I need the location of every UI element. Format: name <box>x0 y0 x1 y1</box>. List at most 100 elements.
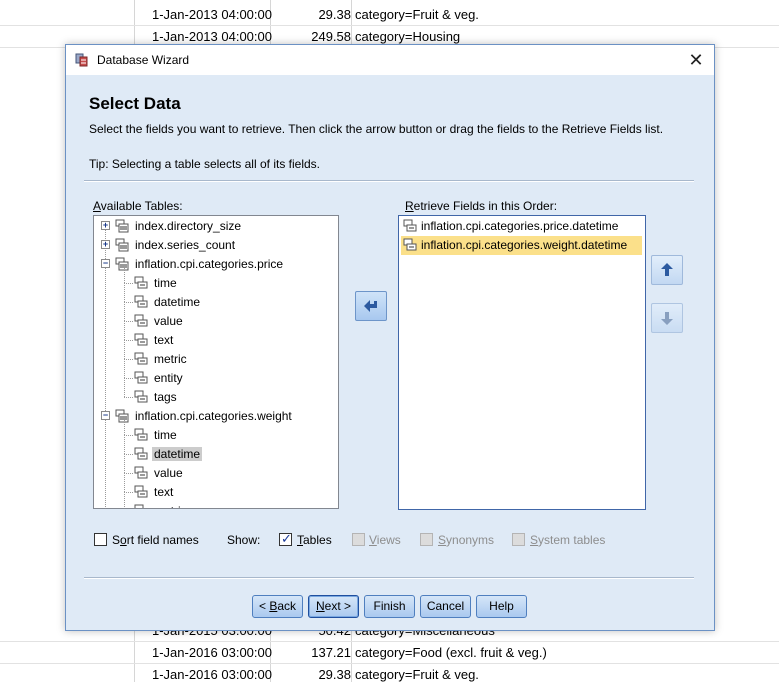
finish-button[interactable]: Finish <box>364 595 415 618</box>
sort-field-names-checkbox[interactable] <box>94 533 107 546</box>
tree-connector <box>124 473 125 492</box>
close-button[interactable]: ✕ <box>684 49 708 71</box>
tree-connector <box>124 435 125 454</box>
tree-field-label: metric <box>154 352 187 366</box>
move-to-retrieve-button[interactable] <box>355 291 387 321</box>
field-icon <box>134 295 148 308</box>
next-label-key: N <box>315 599 325 613</box>
available-tables-tree[interactable]: + index.directory_size + index.series_count… <box>93 215 339 509</box>
tree-table-item[interactable]: + index.directory_size <box>94 217 338 236</box>
retrieve-fields-label-key: R <box>405 199 414 213</box>
collapse-icon[interactable]: − <box>101 259 110 268</box>
retrieve-field-label: inflation.cpi.categories.weight.datetime <box>421 238 628 252</box>
tree-table-item[interactable]: − inflation.cpi.categories.weight <box>94 407 338 426</box>
table-icon <box>115 238 129 252</box>
field-icon <box>134 466 148 479</box>
cell-category: category=Fruit & veg. <box>355 667 479 682</box>
synonyms-checkbox[interactable] <box>420 533 433 546</box>
expand-icon[interactable]: + <box>101 240 110 249</box>
divider <box>84 180 694 182</box>
tree-field-item[interactable]: text <box>94 321 338 350</box>
database-wizard-icon <box>75 53 88 67</box>
tables-checkbox[interactable]: ✓ <box>279 531 292 546</box>
field-icon <box>134 314 148 327</box>
back-button[interactable]: < Back <box>252 595 303 618</box>
tree-connector <box>124 378 133 379</box>
views-label-key: V <box>369 533 377 547</box>
tree-field-label: time <box>154 276 177 290</box>
tree-table-item[interactable]: + index.series_count <box>94 236 338 255</box>
cell-category: category=Housing <box>355 29 461 44</box>
tree-field-item[interactable]: datetime <box>94 283 338 312</box>
next-label-rest: ext > <box>324 599 352 613</box>
field-icon <box>134 390 148 403</box>
spreadsheet-row[interactable]: 1-Jan-2013 04:00:00 29.38 category=Fruit… <box>0 4 779 26</box>
tree-connector <box>124 473 133 474</box>
sort-label-pre: S <box>112 533 121 547</box>
tree-connector <box>124 397 133 398</box>
retrieve-field-item[interactable]: inflation.cpi.categories.price.datetime <box>401 217 642 236</box>
retrieve-field-label: inflation.cpi.categories.price.datetime <box>421 219 619 233</box>
field-icon <box>134 428 148 441</box>
sort-label-rest: rt field names <box>126 533 199 547</box>
tree-connector <box>124 340 133 341</box>
tree-connector <box>124 492 133 493</box>
cell-category: category=Fruit & veg. <box>355 7 479 22</box>
field-icon <box>134 485 148 498</box>
system-tables-checkbox[interactable] <box>512 533 525 546</box>
cancel-button[interactable]: Cancel <box>420 595 471 618</box>
cell-value: 249.58 <box>311 29 351 44</box>
tree-connector <box>124 340 125 359</box>
tree-field-label: value <box>154 314 183 328</box>
tree-field-item[interactable]: text <box>94 473 338 502</box>
tree-field-item[interactable]: time <box>94 416 338 445</box>
tree-table-item[interactable]: − inflation.cpi.categories.price <box>94 255 338 274</box>
retrieve-fields-list[interactable]: inflation.cpi.categories.price.datetime … <box>398 215 646 510</box>
tree-field-item[interactable]: entity <box>94 359 338 388</box>
close-icon: ✕ <box>688 50 704 70</box>
tree-field-label: value <box>154 466 183 480</box>
tree-connector <box>124 492 125 508</box>
help-button[interactable]: Help <box>476 595 527 618</box>
spreadsheet-row[interactable]: 1-Jan-2016 03:00:00 29.38 category=Fruit… <box>0 664 779 686</box>
tree-table-label: inflation.cpi.categories.weight <box>135 409 292 423</box>
views-checkbox[interactable] <box>352 533 365 546</box>
retrieve-field-item-selected[interactable]: inflation.cpi.categories.weight.datetime <box>401 236 642 255</box>
spreadsheet-row[interactable]: 1-Jan-2016 03:00:00 137.21 category=Food… <box>0 642 779 664</box>
table-icon <box>115 257 129 271</box>
expand-icon[interactable]: + <box>101 221 110 230</box>
cell-value: 29.38 <box>318 667 351 682</box>
field-icon <box>134 352 148 365</box>
available-tables-label-key: A <box>93 199 101 213</box>
tree-field-item[interactable]: time <box>94 264 338 293</box>
tree-connector <box>124 321 133 322</box>
tree-table-label: index.series_count <box>135 238 236 252</box>
tree-field-item-selected[interactable]: datetime <box>94 435 338 464</box>
next-button[interactable]: Next > <box>308 595 359 618</box>
sort-field-names-label: Sort field names <box>112 533 199 547</box>
database-wizard-dialog: Database Wizard ✕ Select Data Select the… <box>65 44 715 631</box>
back-label-pre: < <box>258 599 270 613</box>
divider <box>84 577 694 579</box>
views-label: Views <box>369 533 401 547</box>
tree-connector <box>124 435 133 436</box>
synonyms-label-rest: ynonyms <box>446 533 495 547</box>
tree-field-label: datetime <box>154 295 201 309</box>
system-tables-label: System tables <box>530 533 605 547</box>
move-up-button[interactable] <box>651 255 683 285</box>
tree-field-item[interactable]: value <box>94 302 338 331</box>
cell-date: 1-Jan-2013 04:00:00 <box>152 7 272 22</box>
tree-field-item[interactable]: value <box>94 454 338 483</box>
tree-field-item[interactable]: metric <box>94 340 338 369</box>
tree-field-item[interactable]: tags <box>94 378 338 407</box>
cell-category: category=Food (excl. fruit & veg.) <box>355 645 547 660</box>
table-icon <box>115 409 129 423</box>
tree-table-label: inflation.cpi.categories.price <box>135 257 284 271</box>
tree-connector <box>124 359 125 378</box>
tip-text: Tip: Selecting a table selects all of it… <box>89 157 320 171</box>
arrow-down-icon <box>661 312 673 325</box>
move-down-button[interactable] <box>651 303 683 333</box>
collapse-icon[interactable]: − <box>101 411 110 420</box>
title-bar[interactable]: Database Wizard ✕ <box>66 45 714 75</box>
tree-field-item[interactable]: metric <box>94 492 338 508</box>
